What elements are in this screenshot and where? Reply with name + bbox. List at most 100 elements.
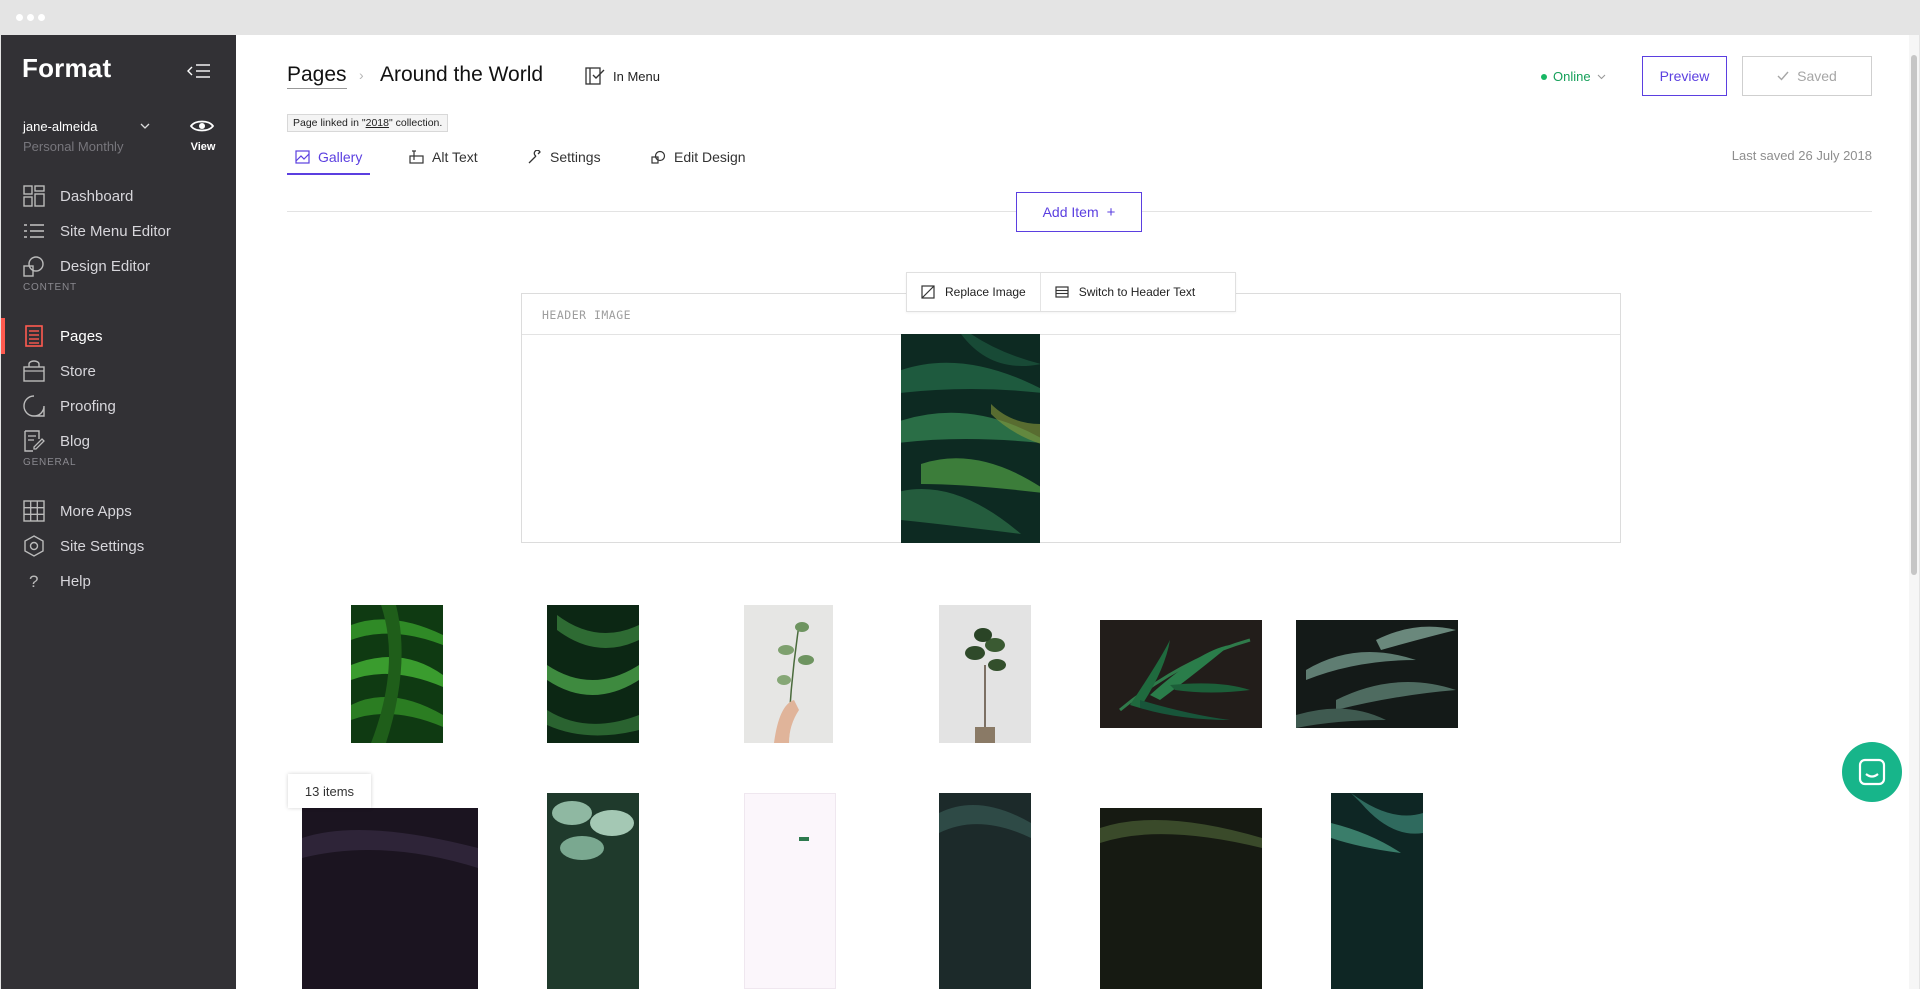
- saved-button[interactable]: Saved: [1742, 56, 1872, 96]
- section-heading-content: CONTENT: [23, 282, 77, 293]
- header-image-block: HEADER IMAGE: [521, 293, 1621, 543]
- text-block-icon: [1055, 286, 1069, 298]
- blog-icon: [24, 430, 45, 452]
- sidebar-item-label: Store: [60, 362, 96, 380]
- add-item-button[interactable]: Add Item +: [1016, 192, 1142, 232]
- tab-gallery[interactable]: Gallery: [287, 141, 371, 175]
- replace-image-button[interactable]: Replace Image: [907, 273, 1040, 311]
- in-menu-label: In Menu: [613, 68, 660, 84]
- settings-icon: [24, 535, 44, 557]
- linked-collection-note: Page linked in "2018" collection.: [287, 114, 449, 132]
- sidebar-item-label: Proofing: [60, 397, 116, 415]
- section-heading-general: GENERAL: [23, 457, 77, 468]
- window-dot: [38, 14, 45, 21]
- svg-text:?: ?: [29, 572, 38, 591]
- wrench-icon: [528, 150, 541, 164]
- header-image-toolbar: Replace Image Switch to Header Text: [906, 272, 1236, 312]
- preview-button[interactable]: Preview: [1642, 56, 1727, 96]
- chevron-down-icon: [1597, 74, 1605, 79]
- view-site-link[interactable]: View: [189, 141, 217, 153]
- list-icon: [24, 224, 44, 238]
- sidebar-item-pages[interactable]: Pages: [1, 316, 236, 356]
- header-image[interactable]: [901, 334, 1040, 543]
- sidebar-item-site-menu-editor[interactable]: Site Menu Editor: [1, 211, 236, 251]
- chevron-right-icon: ›: [359, 67, 364, 83]
- grid-icon: [23, 500, 45, 522]
- scrollbar[interactable]: [1909, 35, 1919, 989]
- window-dot: [16, 14, 23, 21]
- tab-label: Alt Text: [432, 149, 478, 165]
- help-icon: ?: [29, 572, 38, 591]
- scrollbar-thumb[interactable]: [1911, 55, 1917, 575]
- account-name[interactable]: jane-almeida: [23, 119, 97, 134]
- switch-header-text-button[interactable]: Switch to Header Text: [1039, 273, 1210, 311]
- tab-label: Settings: [550, 149, 601, 165]
- last-saved-text: Last saved 26 July 2018: [1731, 148, 1872, 163]
- gallery-image[interactable]: [1100, 620, 1262, 728]
- app-window: Format jane-almeida Personal Monthly Vie…: [1, 35, 1919, 989]
- collapse-sidebar-icon[interactable]: [187, 62, 211, 80]
- sidebar-item-help[interactable]: ? Help: [1, 561, 236, 601]
- sidebar-item-label: Help: [60, 572, 91, 590]
- window-chrome: [0, 0, 1920, 35]
- gallery-image[interactable]: [1100, 808, 1262, 989]
- pages-icon: [25, 325, 43, 347]
- plus-icon: +: [1106, 203, 1116, 221]
- page-title: Around the World: [380, 63, 544, 86]
- sidebar-item-dashboard[interactable]: Dashboard: [1, 176, 236, 216]
- gallery-image[interactable]: [351, 605, 443, 743]
- tab-alt-text[interactable]: Alt Text: [409, 141, 478, 173]
- gallery-image[interactable]: [939, 793, 1031, 989]
- sidebar-item-label: Pages: [60, 327, 103, 345]
- sidebar-item-label: Design Editor: [60, 257, 151, 275]
- add-item-label: Add Item: [1042, 204, 1099, 220]
- divider: [522, 334, 1620, 335]
- alt-text-icon: [409, 150, 424, 164]
- chat-icon: [1858, 758, 1886, 786]
- status-label: Online: [1553, 69, 1591, 84]
- sidebar-item-site-settings[interactable]: Site Settings: [1, 526, 236, 566]
- dashboard-icon: [23, 185, 45, 207]
- tab-settings[interactable]: Settings: [527, 141, 601, 173]
- switch-header-text-label: Switch to Header Text: [1078, 285, 1196, 299]
- store-icon: [23, 360, 45, 382]
- in-menu-icon: [585, 67, 605, 85]
- sidebar-item-label: Dashboard: [60, 187, 134, 205]
- replace-image-label: Replace Image: [945, 285, 1026, 299]
- sidebar-item-more-apps[interactable]: More Apps: [1, 491, 236, 531]
- chat-launcher-button[interactable]: [1842, 742, 1902, 802]
- gallery-image[interactable]: [939, 605, 1031, 743]
- gallery-image[interactable]: [744, 605, 833, 743]
- saved-label: Saved: [1797, 68, 1837, 84]
- site-status-dropdown[interactable]: Online: [1541, 69, 1606, 84]
- eye-icon[interactable]: [189, 118, 215, 134]
- status-dot: [1541, 73, 1547, 80]
- gallery-image[interactable]: [547, 793, 639, 989]
- tab-edit-design[interactable]: Edit Design: [651, 141, 746, 173]
- brand-logo[interactable]: Format: [22, 53, 111, 84]
- in-menu-toggle[interactable]: In Menu: [585, 67, 660, 85]
- gallery-image[interactable]: [1331, 793, 1423, 989]
- window-dot: [27, 14, 34, 21]
- replace-image-icon: [921, 285, 935, 299]
- check-icon: [1777, 71, 1789, 81]
- main-content: Pages › Around the World In Menu Page li…: [236, 35, 1919, 989]
- sidebar-item-blog[interactable]: Blog: [1, 421, 236, 461]
- sidebar-item-proofing[interactable]: Proofing: [1, 386, 236, 426]
- tab-label: Gallery: [318, 149, 363, 165]
- proofing-icon: [23, 395, 45, 417]
- breadcrumb-pages-link[interactable]: Pages: [287, 63, 347, 89]
- sidebar-item-design-editor[interactable]: Design Editor: [1, 246, 236, 286]
- collection-link[interactable]: 2018: [366, 117, 389, 129]
- gallery-image[interactable]: [547, 605, 639, 743]
- gallery-image[interactable]: [302, 808, 478, 989]
- chevron-down-icon[interactable]: [139, 121, 151, 131]
- design-icon: [651, 150, 666, 164]
- sidebar-item-label: Site Menu Editor: [60, 222, 171, 240]
- account-plan: Personal Monthly: [23, 139, 124, 154]
- design-icon: [23, 256, 44, 277]
- gallery-image[interactable]: [744, 793, 836, 989]
- sidebar-item-store[interactable]: Store: [1, 351, 236, 391]
- gallery-image[interactable]: [1296, 620, 1458, 728]
- tab-label: Edit Design: [674, 149, 746, 165]
